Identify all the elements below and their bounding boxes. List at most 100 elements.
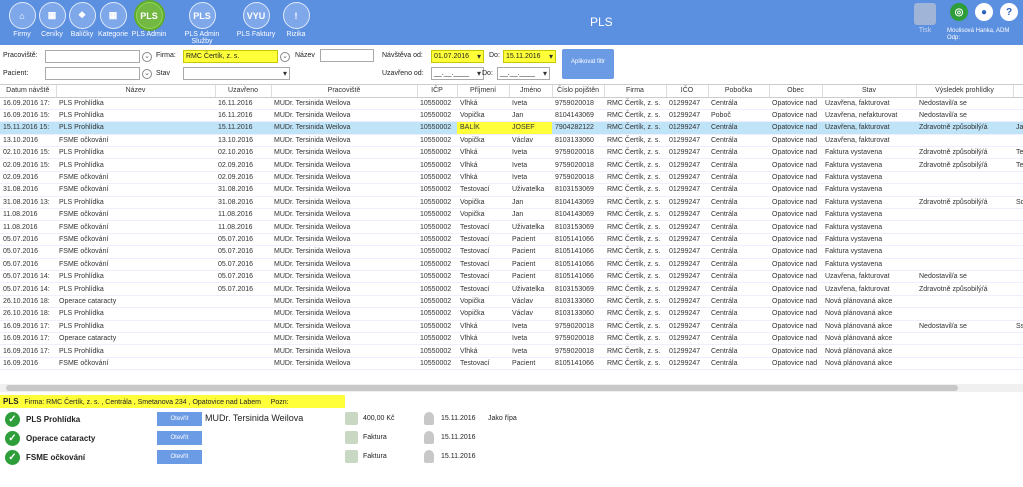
column-header[interactable]: Výsledek prohlídky bbox=[916, 85, 1014, 98]
user-icon[interactable]: ● bbox=[975, 3, 993, 21]
column-header[interactable]: Číslo pojištěn bbox=[552, 85, 605, 98]
column-header[interactable]: Pracoviště bbox=[271, 85, 418, 98]
amount: Faktura bbox=[363, 453, 387, 460]
detail-date: 15.11.2016 bbox=[441, 434, 476, 441]
open-button[interactable]: Otevřít bbox=[157, 450, 202, 464]
nazev-label: Název bbox=[295, 52, 315, 59]
table-cell: Opatovice nad bbox=[769, 171, 822, 185]
table-cell: MUDr. Tersinida Weilova bbox=[271, 233, 417, 247]
column-header[interactable]: Datum návště bbox=[0, 85, 57, 98]
table-cell: 11.08.2016 bbox=[0, 220, 56, 234]
horizontal-scrollbar[interactable] bbox=[0, 384, 1023, 392]
column-header[interactable]: Stav bbox=[822, 85, 917, 98]
toolbar-button-4[interactable]: PLS PLS Admin bbox=[129, 2, 169, 38]
table-row[interactable]: 31.08.2016 FSME očkování 31.08.2016 MUDr. T… bbox=[0, 183, 1023, 197]
uzavreno-od-input[interactable]: __.__.____ bbox=[431, 67, 484, 80]
column-header[interactable]: Název bbox=[56, 85, 216, 98]
stav-select[interactable] bbox=[183, 67, 290, 80]
chevron-down-icon[interactable]: ⌄ bbox=[280, 52, 290, 62]
table-row[interactable]: 05.07.2016 14: PLS Prohlídka 05.07.2016 MUD… bbox=[0, 270, 1023, 284]
table-row[interactable]: 02.10.2016 15: PLS Prohlídka 02.10.2016 MUD… bbox=[0, 146, 1023, 160]
table-row[interactable]: 16.09.2016 17: PLS Prohlídka 16.11.2016 MUD… bbox=[0, 97, 1023, 110]
table-row[interactable]: 16.09.2016 17: PLS Prohlídka MUDr. Tersini… bbox=[0, 344, 1023, 358]
toolbar-button-5[interactable]: PLS PLS Admin Služby bbox=[178, 2, 226, 45]
table-row[interactable]: 11.08.2016 FSME očkování 11.08.2016 MUDr. T… bbox=[0, 208, 1023, 222]
table-row[interactable]: 05.07.2016 14: PLS Prohlídka 05.07.2016 MUD… bbox=[0, 282, 1023, 296]
navsteva-do-input[interactable]: 15.11.2016 bbox=[503, 50, 556, 63]
toolbar-button-7[interactable]: ! Rizika bbox=[276, 2, 316, 38]
pracoviste-input[interactable] bbox=[45, 50, 140, 63]
table-cell: RMC Čertík, z. s. bbox=[604, 183, 666, 197]
table-row[interactable]: 13.10.2016 FSME očkování 13.10.2016 MUDr. T… bbox=[0, 134, 1023, 148]
column-header[interactable]: IČP bbox=[417, 85, 458, 98]
table-row[interactable]: 16.09.2016 FSME očkování MUDr. Tersinida W… bbox=[0, 357, 1023, 371]
column-header[interactable]: Uzavřeno bbox=[215, 85, 272, 98]
column-header[interactable]: Příjmení bbox=[457, 85, 510, 98]
uzavreno-do-input[interactable]: __.__.____ bbox=[497, 67, 550, 80]
table-row[interactable]: 05.07.2016 FSME očkování 05.07.2016 MUDr. T… bbox=[0, 245, 1023, 259]
table-row[interactable]: 05.07.2016 FSME očkování 05.07.2016 MUDr. T… bbox=[0, 258, 1023, 271]
table-cell: 05.07.2016 bbox=[215, 233, 271, 247]
detail-item: ✓ PLS Prohlídka Otevřít MUDr. Tersinida Wei… bbox=[0, 410, 1023, 428]
table-cell bbox=[1013, 245, 1023, 259]
table-cell: Centrála bbox=[708, 196, 769, 210]
print-button[interactable]: Tisk bbox=[910, 3, 940, 34]
table-cell: 16.09.2016 17: bbox=[0, 344, 56, 358]
globe-icon[interactable]: ◎ bbox=[950, 3, 968, 21]
table-cell: RMC Čertík, z. s. bbox=[604, 196, 666, 210]
open-button[interactable]: Otevřít bbox=[157, 412, 202, 426]
table-cell bbox=[1013, 97, 1023, 110]
table-cell: Iveta bbox=[509, 146, 552, 160]
table-row[interactable]: 16.09.2016 17: PLS Prohlídka MUDr. Tersini… bbox=[0, 320, 1023, 333]
table-row[interactable]: 16.09.2016 15: PLS Prohlídka 16.11.2016 MUD… bbox=[0, 109, 1023, 123]
table-row[interactable]: 11.08.2016 FSME očkování 11.08.2016 MUDr. T… bbox=[0, 220, 1023, 234]
column-header[interactable]: IČO bbox=[666, 85, 709, 98]
table-cell: 8105141066 bbox=[552, 357, 604, 371]
toolbar-button-3[interactable]: ▦ Kategorie bbox=[93, 2, 133, 38]
column-header[interactable]: Firma bbox=[604, 85, 667, 98]
table-cell: Centrála bbox=[708, 245, 769, 259]
table-cell: 9759020018 bbox=[552, 320, 604, 333]
table-cell: Faktura vystavena bbox=[822, 196, 916, 210]
table-cell: RMC Čertík, z. s. bbox=[604, 245, 666, 259]
table-cell: 9759020018 bbox=[552, 97, 604, 110]
table-cell: RMC Čertík, z. s. bbox=[604, 171, 666, 185]
scrollbar-thumb[interactable] bbox=[6, 385, 958, 391]
column-header[interactable]: Obec bbox=[769, 85, 823, 98]
table-cell: Opatovice nad bbox=[769, 320, 822, 333]
pacient-input[interactable] bbox=[45, 67, 140, 80]
table-row[interactable]: 31.08.2016 13: PLS Prohlídka 31.08.2016 MUD… bbox=[0, 196, 1023, 210]
table-cell bbox=[916, 171, 1013, 185]
toolbar-button-6[interactable]: VYU PLS Faktury bbox=[236, 2, 276, 38]
table-cell: Opatovice nad bbox=[769, 307, 822, 321]
table-cell: Uživatelka bbox=[509, 183, 552, 197]
table-cell: FSME očkování bbox=[56, 258, 215, 271]
column-header[interactable] bbox=[1013, 85, 1023, 98]
table-cell: 10550002 bbox=[417, 134, 457, 148]
table-cell: RMC Čertík, z. s. bbox=[604, 307, 666, 321]
table-cell: Vlhká bbox=[457, 332, 509, 346]
detail-item: ✓ Operace cataracty Otevřít Faktura 15.11.20… bbox=[0, 429, 1023, 447]
table-row[interactable]: 26.10.2016 18: Operace cataracty MUDr. Ter… bbox=[0, 295, 1023, 309]
table-cell: Opatovice nad bbox=[769, 134, 822, 148]
column-header[interactable]: Pobočka bbox=[708, 85, 770, 98]
table-cell bbox=[916, 357, 1013, 371]
help-icon[interactable]: ? bbox=[1000, 3, 1018, 21]
table-cell: 13.10.2016 bbox=[0, 134, 56, 148]
apply-filter-button[interactable]: Aplikovat filtr bbox=[562, 49, 614, 79]
table-row[interactable]: 02.09.2016 15: PLS Prohlídka 02.09.2016 MUD… bbox=[0, 158, 1023, 172]
open-button[interactable]: Otevřít bbox=[157, 431, 202, 445]
table-row[interactable]: 16.09.2016 17: Operace cataracty MUDr. Ter… bbox=[0, 332, 1023, 346]
table-row[interactable]: 15.11.2016 15: PLS Prohlídka 15.11.2016 MUD… bbox=[0, 121, 1023, 135]
table-cell bbox=[1013, 109, 1023, 123]
table-cell: 31.08.2016 bbox=[0, 183, 56, 197]
chevron-down-icon[interactable]: ⌄ bbox=[142, 52, 152, 62]
nazev-input[interactable] bbox=[320, 49, 374, 62]
firma-input[interactable]: RMC Čertík, z. s. bbox=[183, 50, 278, 63]
table-row[interactable]: 26.10.2016 18: PLS Prohlídka MUDr. Tersini… bbox=[0, 307, 1023, 321]
navsteva-od-input[interactable]: 01.07.2016 bbox=[431, 50, 484, 63]
table-row[interactable]: 02.09.2016 FSME očkování 02.09.2016 MUDr. T… bbox=[0, 171, 1023, 185]
chevron-down-icon[interactable]: ⌄ bbox=[142, 69, 152, 79]
table-row[interactable]: 05.07.2016 FSME očkování 05.07.2016 MUDr. T… bbox=[0, 233, 1023, 247]
column-header[interactable]: Jméno bbox=[509, 85, 553, 98]
